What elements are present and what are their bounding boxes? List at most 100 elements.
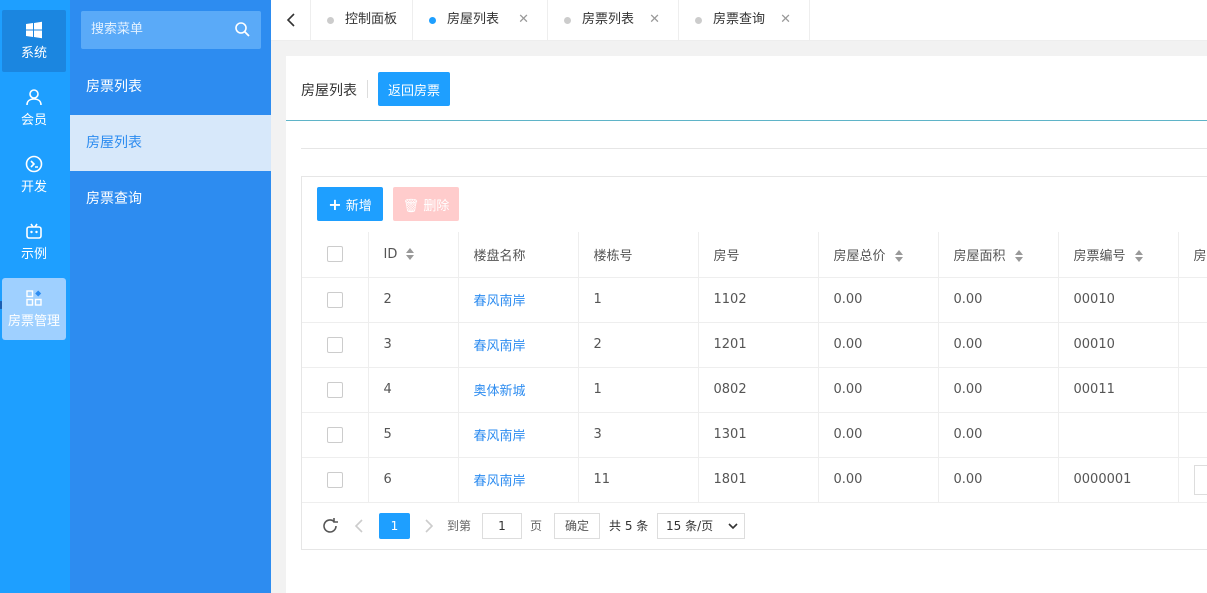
cell-ticket: [1058, 412, 1179, 458]
table-row[interactable]: 2 春风南岸 1 1102 0.00 0.00 00010: [302, 277, 1207, 323]
cell-extra: [1178, 322, 1207, 368]
cell-building: 11: [578, 457, 699, 503]
cell-price: 0.00: [818, 277, 939, 323]
prev-page-icon[interactable]: [354, 518, 364, 534]
delete-button-label: 删除: [423, 198, 450, 214]
column-header-ticket-no[interactable]: 房票编号: [1058, 232, 1179, 278]
cell-extra: [1178, 457, 1207, 503]
cell-extra: [1178, 412, 1207, 458]
sidebar-item-ticket-query[interactable]: 房票查询: [70, 171, 271, 227]
sort-icon[interactable]: [894, 249, 904, 263]
row-checkbox[interactable]: [327, 381, 343, 398]
sidebar-item-house-list[interactable]: 房屋列表: [70, 115, 271, 171]
cell-building: 1: [578, 277, 699, 323]
column-label: ID: [383, 246, 398, 262]
cell-area: 0.00: [938, 457, 1059, 503]
column-header-building: 楼栋号: [578, 232, 699, 278]
main-content: 房屋列表 返回房票 + 新增 🗑 删除 ID 楼盘名称 楼栋号 房号 房屋总价 …: [286, 56, 1207, 593]
row-select-cell: [302, 322, 369, 368]
row-select-cell: [302, 457, 369, 503]
rail-item-system[interactable]: 系统: [2, 10, 66, 72]
rail-item-label: 开发: [20, 180, 47, 195]
chevron-down-icon: [728, 523, 738, 530]
table-card: + 新增 🗑 删除 ID 楼盘名称 楼栋号 房号 房屋总价 房屋面积 房票编号 …: [301, 176, 1207, 550]
next-page-icon[interactable]: [424, 518, 434, 534]
table-row[interactable]: 3 春风南岸 2 1201 0.00 0.00 00010: [302, 322, 1207, 368]
pagination: 1 到第 1 页 确定 共 5 条 15 条/页: [302, 504, 1207, 550]
cell-name-link[interactable]: 春风南岸: [458, 322, 579, 368]
select-all-checkbox[interactable]: [327, 246, 343, 263]
chevron-left-icon: [286, 13, 295, 27]
image-placeholder-icon[interactable]: [1193, 464, 1207, 495]
row-checkbox[interactable]: [327, 471, 343, 488]
cell-id: 6: [368, 457, 459, 503]
column-header-id[interactable]: ID: [368, 232, 459, 278]
sort-icon[interactable]: [1134, 249, 1144, 263]
cell-price: 0.00: [818, 367, 939, 413]
rail-item-example[interactable]: 示例: [2, 211, 66, 273]
close-icon[interactable]: ✕: [518, 0, 529, 40]
column-header-truncated: 房: [1178, 232, 1207, 278]
close-icon[interactable]: ✕: [780, 0, 791, 40]
select-all-cell: [302, 232, 369, 278]
close-icon[interactable]: ✕: [649, 0, 660, 40]
search-menu-input[interactable]: 搜索菜单: [81, 11, 261, 49]
tab-scroll-left-button[interactable]: [271, 0, 311, 40]
cell-building: 2: [578, 322, 699, 368]
add-button[interactable]: + 新增: [317, 187, 383, 221]
column-header-price[interactable]: 房屋总价: [818, 232, 939, 278]
rail-item-dev[interactable]: 开发: [2, 144, 66, 206]
page-unit-label: 页: [530, 519, 543, 533]
table-row[interactable]: 4 奥体新城 1 0802 0.00 0.00 00011: [302, 367, 1207, 413]
row-checkbox[interactable]: [327, 426, 343, 443]
column-header-area[interactable]: 房屋面积: [938, 232, 1059, 278]
cell-price: 0.00: [818, 322, 939, 368]
table-row[interactable]: 6 春风南岸 11 1801 0.00 0.00 0000001: [302, 457, 1207, 503]
row-select-cell: [302, 277, 369, 323]
search-icon[interactable]: [234, 21, 251, 38]
tab-dot: [695, 17, 702, 24]
page-size-select[interactable]: 15 条/页: [657, 513, 745, 539]
rail-item-member[interactable]: 会员: [2, 77, 66, 139]
tab-dashboard[interactable]: 控制面板: [311, 0, 413, 40]
cell-name-link[interactable]: 奥体新城: [458, 367, 579, 413]
search-placeholder: 搜索菜单: [91, 22, 144, 37]
goto-page-input[interactable]: 1: [482, 513, 522, 539]
tab-ticket-list[interactable]: 房票列表 ✕: [548, 0, 679, 40]
row-checkbox[interactable]: [327, 336, 343, 353]
row-select-cell: [302, 367, 369, 413]
content-header: 房屋列表 返回房票: [286, 56, 1207, 121]
cell-ticket: 00010: [1058, 322, 1179, 368]
sort-icon[interactable]: [1014, 249, 1024, 263]
cell-ticket: 00011: [1058, 367, 1179, 413]
row-checkbox[interactable]: [327, 291, 343, 308]
goto-confirm-button[interactable]: 确定: [554, 513, 600, 539]
cell-name-link[interactable]: 春风南岸: [458, 277, 579, 323]
cell-room: 1102: [698, 277, 819, 323]
cell-extra: [1178, 367, 1207, 413]
cell-name-link[interactable]: 春风南岸: [458, 412, 579, 458]
delete-button[interactable]: 🗑 删除: [393, 187, 459, 221]
cell-name-link[interactable]: 春风南岸: [458, 457, 579, 503]
refresh-icon[interactable]: [321, 517, 339, 535]
total-count: 共 5 条: [609, 519, 649, 533]
sort-icon[interactable]: [405, 247, 415, 261]
apps-icon: [26, 290, 42, 306]
cell-id: 4: [368, 367, 459, 413]
rail-item-ticket-management[interactable]: 房票管理: [2, 278, 66, 340]
back-to-ticket-button[interactable]: 返回房票: [378, 72, 450, 106]
dev-icon: [25, 155, 43, 173]
tab-house-list[interactable]: 房屋列表 ✕: [413, 0, 548, 40]
plus-icon: +: [328, 194, 342, 214]
table-header-row: ID 楼盘名称 楼栋号 房号 房屋总价 房屋面积 房票编号 房: [302, 232, 1207, 278]
cell-area: 0.00: [938, 277, 1059, 323]
sidebar-item-ticket-list[interactable]: 房票列表: [70, 59, 271, 115]
rail-item-label: 房票管理: [7, 314, 60, 329]
page-number-current[interactable]: 1: [379, 513, 410, 539]
column-label: 房票编号: [1073, 248, 1126, 264]
primary-nav-rail: 系统 会员 开发 示例 房票管理: [0, 0, 70, 593]
breadcrumb: 房屋列表: [301, 83, 357, 99]
table-row[interactable]: 5 春风南岸 3 1301 0.00 0.00: [302, 412, 1207, 458]
tab-label: 房票查询: [713, 12, 766, 27]
tab-ticket-query[interactable]: 房票查询 ✕: [679, 0, 810, 40]
